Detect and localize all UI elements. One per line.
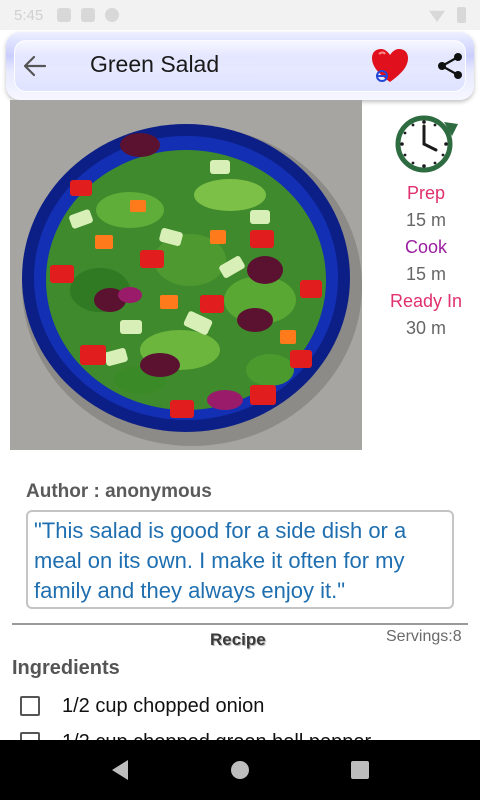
- back-button[interactable]: [20, 52, 50, 80]
- system-nav-bar: [0, 740, 480, 800]
- share-button[interactable]: [436, 52, 464, 80]
- status-time: 5:45: [14, 6, 44, 24]
- salad-bowl-image: [10, 100, 362, 450]
- nav-home-button[interactable]: [220, 750, 260, 790]
- servings: Servings:8: [386, 628, 462, 646]
- description-box: "This salad is good for a side dish or a…: [26, 510, 454, 609]
- cook-value: 15 m: [405, 264, 447, 284]
- wifi-icon: [429, 10, 445, 22]
- nav-back-icon: [112, 760, 128, 780]
- sync-icon: [105, 8, 120, 22]
- ingredient-item[interactable]: 1/2 cup chopped green bell pepper: [20, 725, 470, 740]
- ingredient-item[interactable]: 1/2 cup chopped onion: [20, 689, 470, 723]
- back-arrow-icon: [23, 55, 47, 77]
- cook-label: Cook: [404, 237, 448, 257]
- favorite-button[interactable]: [370, 46, 410, 86]
- tab-recipe[interactable]: Recipe: [210, 630, 266, 650]
- checkbox-icon[interactable]: [20, 696, 40, 716]
- page-title: Green Salad: [90, 51, 220, 77]
- status-bar: 5:45: [0, 0, 480, 30]
- nav-back-button[interactable]: [100, 750, 140, 790]
- share-icon: [438, 53, 462, 79]
- checkbox-icon[interactable]: [20, 732, 40, 740]
- ingredients-heading: Ingredients: [12, 657, 120, 679]
- recipe-photo: [10, 100, 362, 450]
- nav-recents-button[interactable]: [340, 750, 380, 790]
- ingredients-list: 1/2 cup chopped onion 1/2 cup chopped gr…: [20, 689, 470, 740]
- heart-icon: [372, 49, 408, 82]
- sd-card-icon: [81, 8, 96, 22]
- nav-home-icon: [231, 761, 249, 779]
- author-label: Author : anonymous: [26, 481, 212, 502]
- servings-value: 8: [452, 628, 462, 645]
- notification-icon: [57, 8, 72, 22]
- ingredient-text: 1/2 cup chopped onion: [62, 694, 265, 717]
- ready-in-value: 30 m: [405, 318, 447, 338]
- app-bar: Green Salad: [6, 32, 474, 100]
- ready-in-label: Ready In: [389, 291, 463, 311]
- clock-icon: [395, 115, 458, 173]
- nav-recents-icon: [351, 761, 369, 779]
- battery-icon: [457, 7, 466, 23]
- servings-label: Servings:: [386, 628, 453, 645]
- status-right: [429, 7, 466, 23]
- ingredient-text: 1/2 cup chopped green bell pepper: [62, 731, 371, 741]
- timing-panel: Prep 15 m Cook 15 m Ready In 30 m: [374, 104, 478, 342]
- section-divider: [12, 623, 468, 625]
- prep-value: 15 m: [405, 210, 447, 230]
- prep-label: Prep: [406, 183, 446, 203]
- description-text: "This salad is good for a side dish or a…: [34, 518, 407, 603]
